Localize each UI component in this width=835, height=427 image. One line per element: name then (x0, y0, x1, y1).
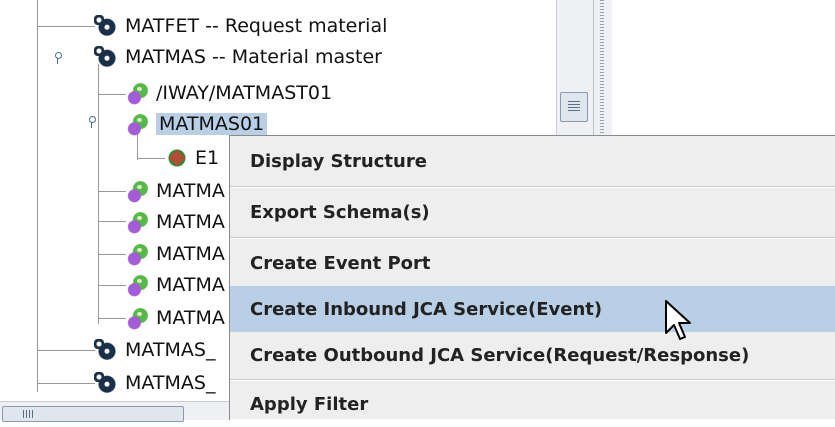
segment-icon (165, 146, 189, 170)
menu-item-apply-filter[interactable]: Apply Filter (230, 381, 835, 427)
tree-line (137, 158, 165, 159)
tree-line (98, 318, 126, 319)
scrollbar-thumb[interactable] (2, 406, 184, 422)
tree-item[interactable]: MATMAS_ (94, 336, 216, 364)
menu-item-label: Export Schema(s) (250, 201, 430, 223)
idoc-type-icon (94, 14, 119, 38)
tree-item-label: MATMAS -- Material master (125, 46, 382, 68)
tree-item-label: /IWAY/MATMAST01 (156, 82, 333, 104)
tree-item[interactable]: E1 (165, 144, 219, 172)
mouse-cursor-icon (665, 300, 691, 340)
menu-item-label: Create Outbound JCA Service(Request/Resp… (250, 344, 750, 366)
tree-item-label: E1 (195, 147, 220, 169)
expand-toggle-icon[interactable] (86, 116, 96, 128)
idoc-icon (126, 179, 150, 203)
idoc-icon (126, 273, 150, 297)
tree-item[interactable]: MATMAS_ (94, 369, 216, 397)
idoc-icon (126, 81, 150, 105)
idoc-icon (126, 306, 150, 330)
tree-item-label: MATMAS01 (156, 113, 268, 135)
menu-item-create-event-port[interactable]: Create Event Port (230, 240, 835, 286)
context-menu: Display Structure Export Schema(s) Creat… (229, 135, 835, 420)
scrollbar-thumb[interactable] (560, 92, 588, 122)
menu-item-label: Create Inbound JCA Service(Event) (250, 298, 603, 320)
idoc-type-icon (94, 45, 119, 69)
tree-line (37, 350, 95, 351)
tree-item-label: MATMAS_ (125, 339, 216, 361)
tree-line (98, 285, 126, 286)
tree-item[interactable]: MATMA (126, 208, 225, 236)
menu-item-create-outbound-jca-service[interactable]: Create Outbound JCA Service(Request/Resp… (230, 332, 835, 378)
menu-item-export-schemas[interactable]: Export Schema(s) (230, 189, 835, 235)
menu-separator (230, 186, 835, 188)
tree-item[interactable]: MATMA (126, 240, 225, 268)
tree-line (37, 0, 38, 392)
tree-item[interactable]: /IWAY/MATMAST01 (126, 79, 332, 107)
idoc-icon (126, 242, 150, 266)
tree-item[interactable]: MATMA (126, 177, 225, 205)
menu-item-label: Apply Filter (250, 393, 369, 415)
vertical-scrollbar[interactable] (556, 0, 593, 150)
menu-item-label: Create Event Port (250, 252, 431, 274)
menu-separator (230, 237, 835, 239)
idoc-icon (126, 210, 150, 234)
idoc-type-icon (94, 371, 119, 395)
tree-item-label: MATMA (156, 211, 225, 233)
tree-item-label: MATMA (156, 307, 225, 329)
tree-item-label: MATMAS_ (125, 372, 216, 394)
expand-toggle-icon[interactable] (52, 52, 62, 64)
tree-line (37, 26, 95, 27)
tree-item-selected[interactable]: MATMAS01 (126, 110, 268, 138)
idoc-icon (126, 112, 150, 136)
tree-item[interactable]: MATMAS -- Material master (94, 43, 382, 71)
tree-line (37, 383, 95, 384)
menu-item-display-structure[interactable]: Display Structure (230, 138, 835, 184)
tree-item-label: MATMA (156, 274, 225, 296)
right-pane (612, 0, 835, 150)
menu-item-label: Display Structure (250, 150, 427, 172)
tree-line (98, 221, 126, 222)
tree-line (98, 254, 126, 255)
tree-item[interactable]: MATFET -- Request material (94, 12, 388, 40)
tree-item[interactable]: MATMA (126, 304, 225, 332)
menu-item-create-inbound-jca-service[interactable]: Create Inbound JCA Service(Event) (230, 286, 835, 332)
split-pane-divider[interactable] (593, 0, 613, 150)
tree-item-label: MATMA (156, 243, 225, 265)
tree-item-label: MATMA (156, 180, 225, 202)
tree-line (98, 94, 126, 95)
tree-item[interactable]: MATMA (126, 271, 225, 299)
idoc-type-icon (94, 338, 119, 362)
tree-item-label: MATFET -- Request material (125, 15, 388, 37)
tree-line (98, 191, 126, 192)
